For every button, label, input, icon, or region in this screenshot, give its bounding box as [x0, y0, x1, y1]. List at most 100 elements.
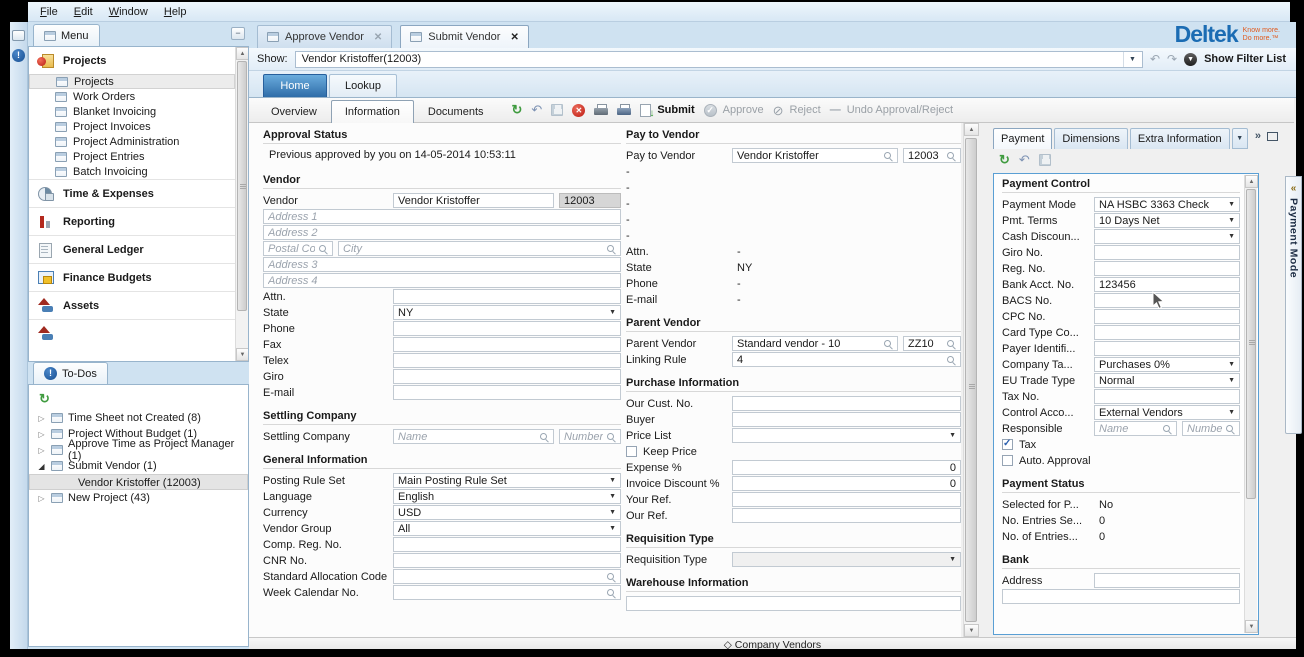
attn-input[interactable]	[393, 289, 621, 304]
address-2-input[interactable]: Address 2	[263, 225, 621, 240]
tax-no-input[interactable]	[1094, 389, 1240, 404]
sidebar-item-blanket-invoicing[interactable]: Blanket Invoicing	[29, 104, 235, 119]
buyer-input[interactable]	[732, 412, 961, 427]
sidebar-item-batch-invoicing[interactable]: Batch Invoicing	[29, 164, 235, 179]
refresh-icon[interactable]: ↻	[999, 152, 1010, 168]
expense-input[interactable]: 0	[732, 460, 961, 475]
fax-input[interactable]	[393, 337, 621, 352]
week-calendar-no-input[interactable]	[393, 585, 621, 600]
scroll-up-icon[interactable]: ▲	[236, 47, 249, 60]
tab-information[interactable]: Information	[331, 100, 414, 123]
search-icon[interactable]	[1225, 424, 1235, 434]
postal-code-input[interactable]: Postal Code	[263, 241, 333, 256]
language-select[interactable]: English▼	[393, 489, 621, 504]
search-icon[interactable]	[946, 151, 956, 161]
our-cust-no-input[interactable]	[732, 396, 961, 411]
nav-back-icon[interactable]: ↶	[1150, 52, 1160, 66]
scroll-down-icon[interactable]: ▼	[964, 624, 979, 637]
submit-icon[interactable]	[640, 104, 651, 117]
refresh-icon[interactable]: ↻	[39, 392, 50, 405]
tab-overview[interactable]: Overview	[257, 100, 331, 123]
payer-identifi-input[interactable]	[1094, 341, 1240, 356]
scroll-down-icon[interactable]: ▼	[1245, 620, 1258, 633]
pay-to-vendor-code-input[interactable]: 12003	[903, 148, 961, 163]
vendor-group-select[interactable]: All▼	[393, 521, 621, 536]
telex-input[interactable]	[393, 353, 621, 368]
pmt-terms-select[interactable]: 10 Days Net▼	[1094, 213, 1240, 228]
pay-to-vendor-input[interactable]: Vendor Kristoffer	[732, 148, 898, 163]
cnr-no-input[interactable]	[393, 553, 621, 568]
company-ta-select[interactable]: Purchases 0%▼	[1094, 357, 1240, 372]
search-icon[interactable]	[606, 588, 616, 598]
search-icon[interactable]	[539, 432, 549, 442]
tab-overflow-icon[interactable]: ▼	[1232, 128, 1248, 149]
expander-expanded-icon[interactable]: ◢	[37, 462, 46, 471]
print-icon[interactable]	[594, 104, 608, 116]
close-icon[interactable]: ✕	[374, 32, 382, 43]
city-input[interactable]: City	[338, 241, 621, 256]
number-input[interactable]: Number	[559, 429, 621, 444]
todo-item-approve-time-as-project-manager-1[interactable]: ▷Approve Time as Project Manager (1)	[29, 442, 248, 458]
scroll-down-icon[interactable]: ▼	[236, 348, 249, 361]
chevron-down-icon[interactable]: ▼	[1123, 52, 1136, 67]
undo-icon[interactable]: ↶	[531, 102, 542, 118]
sidebar-item-work-orders[interactable]: Work Orders	[29, 89, 235, 104]
e-mail-input[interactable]	[393, 385, 621, 400]
chevrons-right-icon[interactable]: »	[1255, 130, 1261, 142]
scrollbar-thumb[interactable]	[965, 138, 977, 622]
menu-tree-scrollbar[interactable]: ▲ ▼	[235, 47, 248, 361]
show-combo[interactable]: Vendor Kristoffer(12003) ▼	[295, 51, 1143, 68]
name-input[interactable]: Name	[393, 429, 554, 444]
reject-icon[interactable]: ⊘	[773, 104, 784, 117]
invoice-discount-input[interactable]: 0	[732, 476, 961, 491]
giro-no-input[interactable]	[1094, 245, 1240, 260]
nav-forward-icon[interactable]: ↷	[1167, 52, 1177, 66]
search-icon[interactable]	[606, 244, 616, 254]
menu-group-projects[interactable]: Projects	[29, 47, 235, 74]
cancel-icon[interactable]	[572, 104, 585, 117]
tab-payment[interactable]: Payment	[993, 128, 1052, 149]
address-1-input[interactable]: Address 1	[263, 209, 621, 224]
tab-lookup[interactable]: Lookup	[329, 74, 397, 97]
menu-group-general-ledger[interactable]: General Ledger	[29, 235, 235, 263]
show-filter-icon[interactable]: ▼	[1184, 53, 1197, 66]
address-input[interactable]	[1094, 573, 1240, 588]
minimize-menu-panel-button[interactable]: −	[231, 27, 245, 40]
text-input[interactable]	[1002, 589, 1240, 604]
tab-menu[interactable]: Menu	[33, 24, 100, 46]
tab-extra-information[interactable]: Extra Information	[1130, 128, 1230, 149]
comp-reg-no-input[interactable]	[393, 537, 621, 552]
search-icon[interactable]	[946, 339, 956, 349]
doc-tab-approve-vendor[interactable]: Approve Vendor✕	[257, 25, 392, 48]
menu-file[interactable]: File	[32, 4, 66, 20]
form-scrollbar[interactable]: ▲ ▼	[963, 123, 978, 637]
menu-group-time-expenses[interactable]: Time & Expenses	[29, 179, 235, 207]
menu-window[interactable]: Window	[101, 4, 156, 20]
sidebar-item-projects[interactable]: Projects	[29, 74, 235, 89]
menu-group-reporting[interactable]: Reporting	[29, 207, 235, 235]
scrollbar-thumb[interactable]	[1246, 189, 1256, 499]
requisition-type-select[interactable]: ▼	[732, 552, 961, 567]
number-input[interactable]: Number	[1182, 421, 1240, 436]
search-icon[interactable]	[606, 572, 616, 582]
undo-approval-icon[interactable]: —	[830, 104, 841, 116]
todo-child-vendor-kristoffer-12003[interactable]: Vendor Kristoffer (12003)	[29, 474, 248, 490]
tab-home[interactable]: Home	[263, 74, 327, 97]
currency-select[interactable]: USD▼	[393, 505, 621, 520]
giro-input[interactable]	[393, 369, 621, 384]
submit-button[interactable]: Submit	[657, 104, 694, 116]
auto-approval-checkbox[interactable]	[1002, 455, 1013, 466]
todo-item-time-sheet-not-created-8[interactable]: ▷Time Sheet not Created (8)	[29, 410, 248, 426]
price-list-select[interactable]: ▼	[732, 428, 961, 443]
your-ref-input[interactable]	[732, 492, 961, 507]
todo-item-new-project-43[interactable]: ▷New Project (43)	[29, 490, 248, 506]
undo-icon[interactable]: ↶	[1019, 152, 1030, 168]
parent-vendor-input[interactable]: Standard vendor - 10	[732, 336, 898, 351]
card-type-co-input[interactable]	[1094, 325, 1240, 340]
expander-collapsed-icon[interactable]: ▷	[37, 446, 46, 455]
state-select[interactable]: NY▼	[393, 305, 621, 320]
phone-input[interactable]	[393, 321, 621, 336]
search-icon[interactable]	[946, 355, 956, 365]
parent-vendor-code-input[interactable]: ZZ10	[903, 336, 961, 351]
name-input[interactable]: Name	[1094, 421, 1177, 436]
